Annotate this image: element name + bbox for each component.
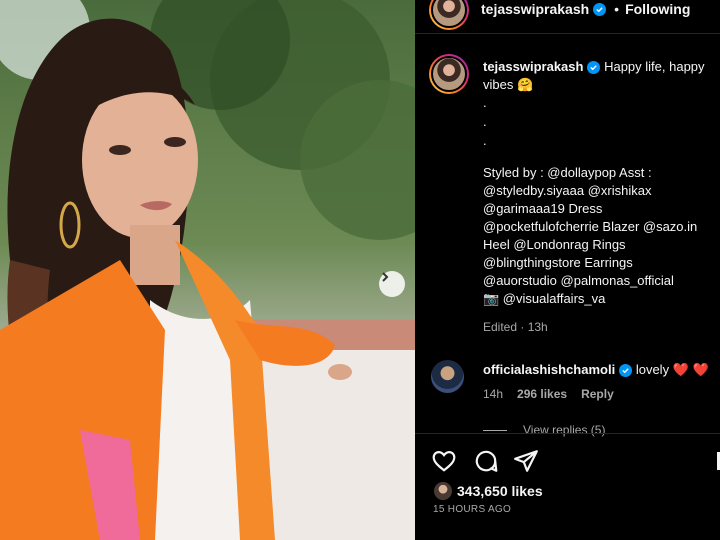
chevron-right-icon (382, 272, 389, 282)
caption-dot: . (483, 133, 487, 148)
caption-dot: . (483, 95, 487, 110)
caption-credit-line: Heel @Londonrag Rings (483, 237, 626, 252)
replies-line (483, 429, 507, 431)
caption-credit-line: @auorstudio @palmonas_official (483, 273, 674, 288)
caption-credit-line: @blingthingstore Earrings (483, 255, 633, 270)
caption-edited-time: Edited · 13h (483, 320, 548, 334)
header-separator: • (614, 1, 620, 17)
comment-icon[interactable] (473, 448, 499, 474)
caption-credit-line: Styled by : @dollaypop Asst : (483, 165, 652, 180)
comment-time: 14h (483, 387, 504, 401)
view-replies-button[interactable]: View replies (5) (483, 423, 605, 437)
author-username[interactable]: tejasswiprakash (481, 1, 589, 17)
liker-avatar[interactable] (433, 481, 453, 501)
next-image-button[interactable] (379, 271, 405, 297)
actions-divider (415, 433, 720, 434)
verified-badge-icon (619, 364, 633, 377)
following-button[interactable]: Following (625, 1, 690, 17)
view-replies-label: View replies (5) (523, 423, 606, 437)
comment-meta: 14h 296 likes Reply (483, 387, 614, 401)
heart-icon[interactable] (431, 448, 457, 474)
commenter-avatar[interactable] (431, 360, 464, 393)
post-header: tejasswiprakash • Following (415, 0, 720, 34)
comment-text: lovely ❤️ ❤️ (635, 362, 709, 377)
post-likes-count[interactable]: 343,650 likes (457, 483, 543, 499)
author-avatar[interactable] (429, 0, 469, 30)
comment-reply-button[interactable]: Reply (581, 387, 614, 401)
post-image[interactable] (0, 0, 415, 540)
caption-credits: Styled by : @dollaypop Asst : @styledby.… (483, 164, 717, 308)
verified-badge-icon (593, 2, 607, 16)
post-photo-illustration (0, 0, 415, 540)
caption-avatar[interactable] (429, 54, 469, 94)
caption-credit-line: @styledby.siyaaa @xrishikax (483, 183, 652, 198)
caption-dots: . . . (483, 94, 717, 151)
caption-username[interactable]: tejasswiprakash (483, 59, 583, 74)
caption-credit-line: 📷 @visualaffairs_va (483, 291, 606, 306)
post-caption: tejasswiprakash Happy life, happy vibes … (483, 58, 717, 308)
comment-likes[interactable]: 296 likes (517, 387, 567, 401)
caption-dot: . (483, 114, 487, 129)
comment-username[interactable]: officialashishchamoli (483, 362, 615, 377)
post-timestamp[interactable]: 15 HOURS AGO (433, 504, 511, 515)
share-icon[interactable] (513, 448, 539, 474)
comment: officialashishchamoli lovely ❤️ ❤️ (483, 361, 709, 379)
post-sidebar: tejasswiprakash • Following tejasswiprak… (415, 0, 720, 540)
caption-credit-line: @pocketfulofcherrie Blazer @sazo.in (483, 219, 698, 234)
caption-credit-line: @garimaaa19 Dress (483, 201, 603, 216)
verified-badge-icon (587, 61, 601, 74)
